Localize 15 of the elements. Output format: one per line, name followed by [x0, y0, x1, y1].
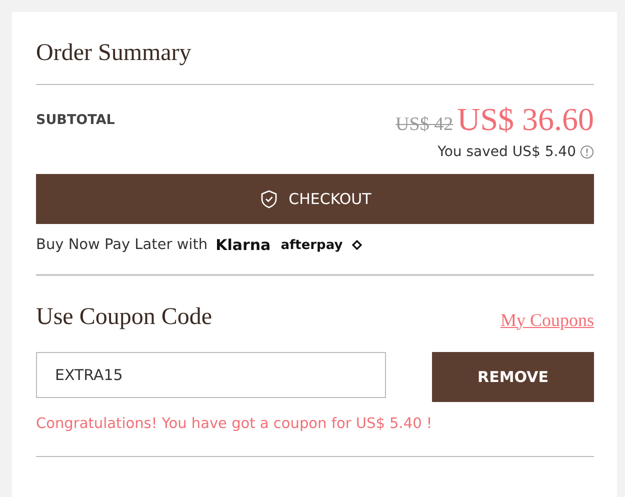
original-price: US$ 42 — [396, 114, 454, 136]
success-message: Congratulations! You have got a coupon for US$ 5.40 ! — [36, 416, 434, 432]
remove-button[interactable]: REMOVE — [432, 352, 594, 402]
section-title: Use Coupon Code — [36, 304, 212, 332]
section-title: Order Summary — [36, 40, 192, 68]
pay-later-text: Buy Now Pay Later with — [36, 237, 208, 253]
payment-logo: afterpay — [280, 238, 343, 252]
shield-check-icon — [258, 189, 279, 209]
checkout-button[interactable]: CHECKOUT — [36, 174, 594, 224]
payment-logo: Klarna — [216, 236, 271, 254]
subtotal-label: SUBTOTAL — [36, 112, 115, 128]
info-icon[interactable] — [580, 145, 594, 159]
savings-text: You saved US$ 5.40 — [438, 144, 576, 160]
coupon-input-field[interactable]: EXTRA15 — [36, 352, 386, 398]
sale-price: US$ 36.60 — [457, 101, 594, 138]
